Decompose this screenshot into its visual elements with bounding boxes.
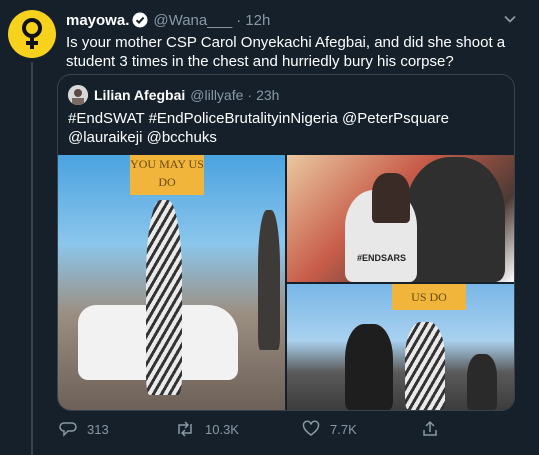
action-bar: 313 10.3K 7.7K <box>57 416 513 444</box>
separator-dot: · <box>247 87 253 103</box>
sign-text: YOU MAY US DO <box>130 157 204 189</box>
person-shape <box>258 210 280 350</box>
quoted-text: #EndSWAT #EndPoliceBrutalityinNigeria @P… <box>68 110 449 146</box>
avatar[interactable] <box>8 10 56 58</box>
tweet-header: mayowa. @Wana___ · 12h <box>66 12 270 32</box>
share-button[interactable] <box>421 420 449 438</box>
person-shape <box>345 324 393 410</box>
reply-count: 313 <box>87 421 109 437</box>
retweet-button[interactable]: 10.3K <box>175 420 239 438</box>
person-shape <box>372 173 410 223</box>
photo-selfie-group[interactable]: #ENDSARS <box>287 155 514 282</box>
reply-icon <box>59 422 77 437</box>
media-grid: YOU MAY US DO #ENDSARS US DO <box>58 155 514 410</box>
like-button[interactable]: 7.7K <box>302 420 357 438</box>
person-shape <box>405 322 445 410</box>
person-shape <box>146 200 182 395</box>
handle[interactable]: @Wana___ <box>153 12 232 29</box>
protest-sign: YOU MAY US DO <box>130 155 204 195</box>
display-name[interactable]: mayowa. <box>66 12 129 29</box>
person-shape <box>405 157 505 282</box>
protest-sign: US DO <box>392 284 466 310</box>
thread-line <box>31 62 33 455</box>
person-shape <box>467 354 497 410</box>
female-symbol-icon <box>22 18 42 49</box>
quoted-avatar <box>68 85 88 105</box>
photo-two-women-with-sign[interactable]: US DO <box>287 284 514 410</box>
photo-woman-with-sign[interactable]: YOU MAY US DO <box>58 155 285 410</box>
quoted-timestamp[interactable]: 23h <box>256 87 279 103</box>
more-options-chevron-icon[interactable] <box>503 12 517 31</box>
heart-icon <box>302 420 320 436</box>
quoted-tweet[interactable]: Lilian Afegbai @lillyafe · 23h #EndSWAT #En… <box>57 74 515 411</box>
quoted-display-name[interactable]: Lilian Afegbai <box>94 87 185 103</box>
shirt-text: #ENDSARS <box>357 253 407 263</box>
retweet-count: 10.3K <box>205 421 239 437</box>
like-count: 7.7K <box>330 421 357 437</box>
timestamp[interactable]: 12h <box>245 12 270 29</box>
tweet-text: Is your mother CSP Carol Onyekachi Afegb… <box>66 34 506 70</box>
sign-text: US DO <box>411 290 447 304</box>
verified-badge-icon <box>132 12 148 32</box>
share-icon <box>423 420 437 436</box>
quoted-header: Lilian Afegbai @lillyafe · 23h <box>68 85 279 105</box>
reply-button[interactable]: 313 <box>59 420 109 438</box>
tweet[interactable]: mayowa. @Wana___ · 12h Is your mother CSP C… <box>0 0 539 455</box>
separator-dot: · <box>236 12 242 29</box>
retweet-icon <box>178 421 192 437</box>
quoted-handle[interactable]: @lillyafe <box>190 87 243 103</box>
